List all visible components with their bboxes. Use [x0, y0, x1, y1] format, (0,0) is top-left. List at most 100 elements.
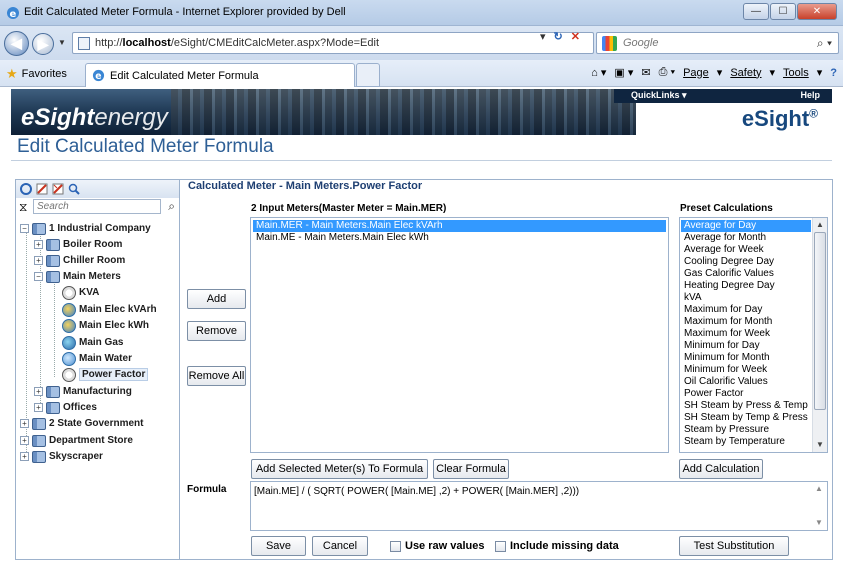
expand-icon[interactable]: +	[34, 403, 43, 412]
history-dropdown-icon[interactable]: ▼	[58, 38, 66, 47]
list-item[interactable]: Power Factor	[681, 388, 811, 400]
scroll-up-icon[interactable]: ▲	[813, 218, 827, 232]
save-button[interactable]: Save	[251, 536, 306, 556]
scroll-down-icon[interactable]: ▼	[813, 438, 827, 452]
refresh-tree-icon[interactable]	[20, 183, 32, 195]
tree-node-main-elec-kvarh[interactable]: Main Elec kVArh	[62, 302, 157, 317]
list-item[interactable]: kVA	[681, 292, 811, 304]
formula-scrollbar[interactable]: ▲ ▼	[812, 482, 827, 530]
scroll-thumb[interactable]	[814, 232, 826, 410]
tab-edit-calculated-meter[interactable]: e Edit Calculated Meter Formula	[85, 63, 355, 87]
list-item[interactable]: Average for Day	[681, 220, 811, 232]
url-field[interactable]: http://localhost/eSight/CMEditCalcMeter.…	[72, 32, 594, 54]
list-item[interactable]: Gas Calorific Values	[681, 268, 811, 280]
tree-node-chiller-room[interactable]: + Chiller Room	[34, 253, 125, 268]
search-icon[interactable]: ⌕ ▾	[817, 36, 832, 51]
remove-button[interactable]: Remove	[187, 321, 246, 341]
formula-textarea[interactable]: [Main.ME] / ( SQRT( POWER( [Main.ME] ,2)…	[250, 481, 828, 531]
expand-icon[interactable]: +	[20, 452, 29, 461]
url-dropdown-icon[interactable]: ▾	[540, 30, 546, 43]
tree-node-main-water[interactable]: Main Water	[62, 351, 132, 366]
tree-node-skyscraper[interactable]: + Skyscraper	[20, 449, 103, 464]
test-substitution-button[interactable]: Test Substitution	[679, 536, 789, 556]
tree-node-main-meters[interactable]: − Main Meters	[34, 269, 121, 284]
list-item[interactable]: Main.MER - Main Meters.Main Elec kVArh	[253, 220, 666, 232]
list-item[interactable]: Minimum for Day	[681, 340, 811, 352]
forward-button[interactable]: ▶	[32, 33, 54, 55]
list-item[interactable]: Steam by Temperature	[681, 436, 811, 448]
list-item[interactable]: Average for Week	[681, 244, 811, 256]
preset-scrollbar[interactable]: ▲ ▼	[812, 218, 827, 452]
page-menu[interactable]: Page	[683, 67, 709, 79]
list-item[interactable]: Steam by Pressure	[681, 424, 811, 436]
list-item[interactable]: Heating Degree Day	[681, 280, 811, 292]
refresh-icon[interactable]: ↻	[554, 30, 563, 43]
include-missing-data-checkbox[interactable]	[495, 541, 506, 552]
scroll-down-icon[interactable]: ▼	[812, 516, 826, 530]
home-icon[interactable]: ⌂ ▾	[591, 66, 606, 79]
add-selected-meters-button[interactable]: Add Selected Meter(s) To Formula	[251, 459, 428, 479]
tree-node-industrial-company[interactable]: −1 Industrial Company	[20, 221, 151, 236]
tree-node-manufacturing[interactable]: + Manufacturing	[34, 384, 132, 399]
input-meters-list[interactable]: Main.MER - Main Meters.Main Elec kVArh M…	[250, 217, 669, 453]
list-item[interactable]: Maximum for Week	[681, 328, 811, 340]
mail-icon[interactable]: ✉	[641, 66, 650, 79]
collapse-icon[interactable]: −	[20, 224, 29, 233]
filter-icon[interactable]: ⧖	[19, 200, 27, 215]
help-link[interactable]: Help	[800, 90, 820, 100]
tree-node-state-government[interactable]: +2 State Government	[20, 416, 143, 431]
find-icon[interactable]	[68, 183, 80, 195]
search-input[interactable]: Google ⌕ ▾	[596, 32, 839, 54]
tree-node-offices[interactable]: + Offices	[34, 400, 97, 415]
tree-node-main-elec-kwh[interactable]: Main Elec kWh	[62, 318, 149, 333]
preset-calculations-list[interactable]: Average for Day Average for Month Averag…	[679, 217, 828, 453]
expand-icon[interactable]: +	[34, 256, 43, 265]
tree-search-input[interactable]	[33, 199, 161, 214]
delete-icon[interactable]	[52, 183, 64, 195]
search-icon[interactable]: ⌕	[168, 199, 175, 214]
cancel-button[interactable]: Cancel	[312, 536, 368, 556]
remove-all-button[interactable]: Remove All	[187, 366, 246, 386]
collapse-icon[interactable]: −	[34, 272, 43, 281]
list-item[interactable]: SH Steam by Press & Temp	[681, 400, 811, 412]
back-button[interactable]: ◀	[4, 31, 29, 56]
add-button[interactable]: Add	[187, 289, 246, 309]
maximize-button[interactable]: ☐	[770, 3, 796, 20]
edit-icon[interactable]	[36, 183, 48, 195]
list-item[interactable]: Minimum for Week	[681, 364, 811, 376]
tree-node-power-factor[interactable]: Power Factor	[62, 367, 149, 382]
add-calculation-button[interactable]: Add Calculation	[679, 459, 763, 479]
expand-icon[interactable]: +	[34, 240, 43, 249]
tree-node-boiler-room[interactable]: + Boiler Room	[34, 237, 122, 252]
list-item[interactable]: Oil Calorific Values	[681, 376, 811, 388]
stop-icon[interactable]: ✕	[571, 30, 580, 43]
quicklinks-menu[interactable]: QuickLinks ▾	[631, 90, 687, 101]
expand-icon[interactable]: +	[20, 419, 29, 428]
feeds-icon[interactable]: ▣ ▾	[614, 66, 633, 79]
list-item[interactable]: Maximum for Month	[681, 316, 811, 328]
scroll-up-icon[interactable]: ▲	[812, 482, 826, 496]
list-item[interactable]: Main.ME - Main Meters.Main Elec kWh	[253, 232, 666, 244]
list-item[interactable]: Minimum for Month	[681, 352, 811, 364]
expand-icon[interactable]: +	[20, 436, 29, 445]
favorites-button[interactable]: ★ Favorites	[6, 66, 67, 82]
list-item[interactable]: SH Steam by Temp & Press	[681, 412, 811, 424]
clear-formula-button[interactable]: Clear Formula	[433, 459, 509, 479]
print-icon[interactable]: ⎙ ▾	[659, 66, 675, 79]
list-item[interactable]: Average for Month	[681, 232, 811, 244]
close-button[interactable]: ✕	[797, 3, 837, 20]
tools-menu[interactable]: Tools	[783, 67, 809, 79]
list-item[interactable]: Maximum for Day	[681, 304, 811, 316]
list-item[interactable]: Cooling Degree Day	[681, 256, 811, 268]
folder-icon	[32, 417, 46, 430]
minimize-button[interactable]: —	[743, 3, 769, 20]
tree-node-department-store[interactable]: + Department Store	[20, 433, 133, 448]
safety-menu[interactable]: Safety	[730, 67, 761, 79]
tree-node-kva[interactable]: KVA	[62, 285, 99, 300]
calculated-meter-icon	[62, 285, 76, 300]
new-tab-button[interactable]	[356, 63, 380, 87]
tree-node-main-gas[interactable]: Main Gas	[62, 335, 123, 350]
expand-icon[interactable]: +	[34, 387, 43, 396]
help-icon[interactable]: ?	[830, 67, 837, 79]
use-raw-values-checkbox[interactable]	[390, 541, 401, 552]
